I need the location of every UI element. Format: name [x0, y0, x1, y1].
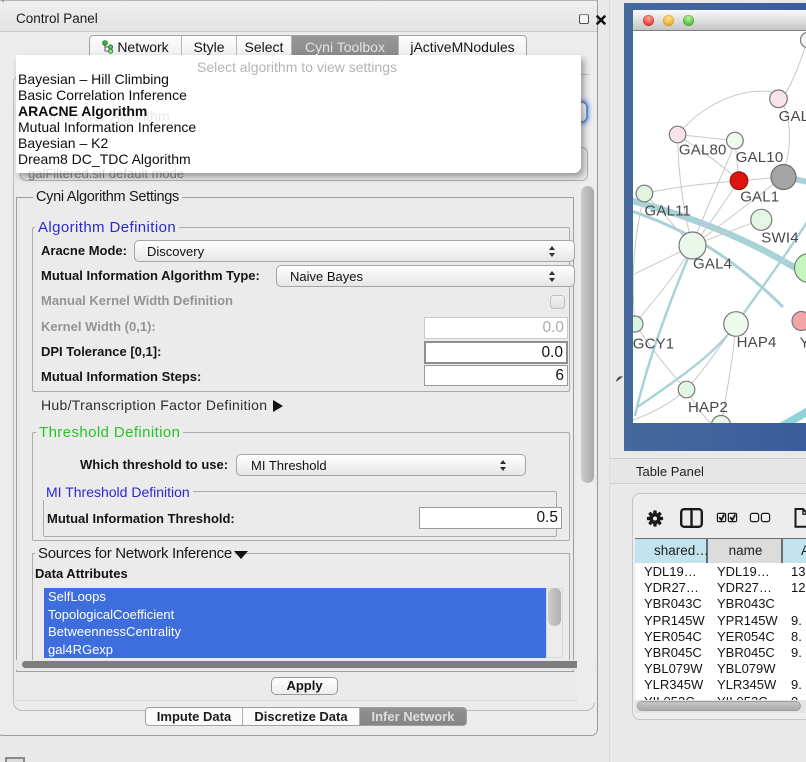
svg-text:GAL11: GAL11	[645, 203, 692, 220]
svg-text:GAL4: GAL4	[693, 256, 732, 273]
svg-text:SWI4: SWI4	[761, 230, 798, 247]
svg-text:HAP2: HAP2	[688, 399, 728, 416]
svg-text:Y: Y	[800, 335, 806, 352]
svg-text:GAL80: GAL80	[679, 142, 727, 159]
svg-text:GAL: GAL	[779, 108, 806, 125]
svg-text:GCY1: GCY1	[633, 336, 674, 353]
svg-text:GAL10: GAL10	[736, 149, 784, 166]
svg-text:HAP4: HAP4	[737, 334, 777, 351]
svg-text:GAL1: GAL1	[740, 189, 779, 206]
